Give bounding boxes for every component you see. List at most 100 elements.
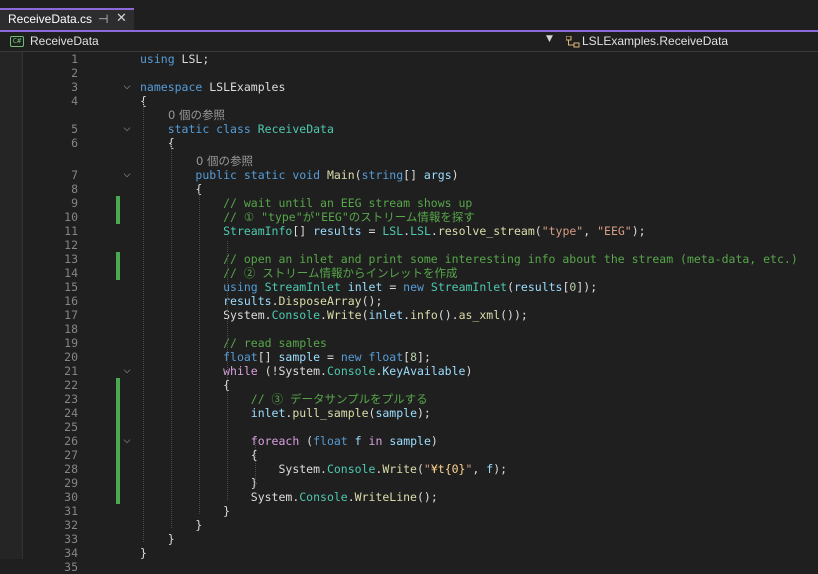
line-number: 31 [64,504,78,518]
code-token: LSL [410,224,431,238]
code-token: info [410,308,438,322]
line-number: 14 [64,266,78,280]
line-number: 18 [64,322,78,336]
change-marker [116,210,120,224]
code-token: } [140,532,175,546]
type-label: LSLExamples.ReceiveData [582,34,729,48]
fold-chevron-icon[interactable]: ⌵ [120,364,134,378]
codelens-references[interactable]: 0 個の参照 [196,154,253,168]
code-line[interactable]: 12 [0,238,818,252]
code-token: results [223,294,272,308]
code-line[interactable]: 25 [0,420,818,434]
code-line[interactable]: 23 // ③ データサンプルをプルする [0,392,818,406]
fold-chevron-icon[interactable]: ⌵ [120,122,134,136]
code-line[interactable]: 31 } [0,504,818,518]
code-text: float[] sample = new float[8]; [140,350,431,364]
code-line[interactable]: 17 System.Console.Write(inlet.info().as_… [0,308,818,322]
code-token: inlet [347,280,383,294]
chevron-down-icon[interactable]: ▼ [546,34,553,44]
code-line[interactable]: 7 ⌵ public static void Main(string[] args… [0,168,818,182]
project-label: ReceiveData [30,34,99,48]
line-number: 26 [64,434,78,448]
code-editor[interactable]: 1 using LSL; 2 3 ⌵ namespace LSLExamples 4{5 ⌵ … [0,52,818,574]
code-line[interactable]: 5 ⌵ static class ReceiveData [0,122,818,136]
code-line[interactable]: 24 inlet.pull_sample(sample); [0,406,818,420]
code-text: } [140,504,230,518]
code-line[interactable]: 11 StreamInfo[] results = LSL.LSL.resolv… [0,224,818,238]
code-token: System. [140,462,327,476]
code-token: (); [416,490,438,504]
code-line[interactable]: 30 System.Console.WriteLine(); [0,490,818,504]
code-line[interactable]: 3 ⌵ namespace LSLExamples [0,80,818,94]
code-line[interactable]: 19 // read samples [0,336,818,350]
fold-chevron-icon[interactable]: ⌵ [120,80,134,94]
csharp-project-icon: C# [10,36,24,47]
code-line[interactable]: 18 [0,322,818,336]
fold-chevron-icon[interactable]: ⌵ [120,168,134,182]
code-token: . [430,224,438,238]
code-text: foreach (float f in sample) [140,434,438,448]
code-text: } [140,546,147,560]
code-token: // ② ストリーム情報からインレットを作成 [223,266,458,280]
line-number: 16 [64,294,78,308]
line-number: 4 [71,94,78,108]
code-line[interactable]: 28 System.Console.Write("¥t{0}", f); [0,462,818,476]
code-line[interactable]: 34} [0,546,818,560]
code-token: LSLExamples [202,80,286,94]
code-text: // ③ データサンプルをプルする [140,392,428,406]
line-number: 25 [64,420,78,434]
change-marker [116,406,120,420]
tab-receivedata[interactable]: ReceiveData.cs ⊣ ✕ [0,8,134,30]
code-line[interactable]: 4{ [0,94,818,108]
code-line[interactable]: 13 // open an inlet and print some inter… [0,252,818,266]
navigation-bar: C# ReceiveData ▼ LSLExamples.ReceiveData [0,32,818,52]
code-line[interactable]: 2 [0,66,818,80]
code-line[interactable]: 15 using StreamInlet inlet = new StreamI… [0,280,818,294]
code-line[interactable]: 35 [0,560,818,574]
code-line[interactable]: 29 } [0,476,818,490]
code-token: . [271,294,279,308]
code-text: // ① "type"が"EEG"のストリーム情報を探す [140,210,475,224]
code-text: inlet.pull_sample(sample); [140,406,431,420]
code-token: . [347,490,355,504]
code-line[interactable]: 22 { [0,378,818,392]
code-token: ); [493,462,508,476]
code-line[interactable]: 16 results.DisposeArray(); [0,294,818,308]
code-text: System.Console.Write("¥t{0}", f); [140,462,507,476]
code-line[interactable]: 8 { [0,182,818,196]
codelens-references[interactable]: 0 個の参照 [168,108,225,122]
change-marker [116,378,120,392]
code-token: { [140,378,231,392]
code-token: inlet [368,308,404,322]
code-line[interactable]: 6 { [0,136,818,150]
code-line[interactable]: 32 } [0,518,818,532]
code-line[interactable]: 21 ⌵ while (!System.Console.KeyAvailable) [0,364,818,378]
code-token: = [382,280,404,294]
line-number: 7 [71,168,78,182]
code-line[interactable]: 33 } [0,532,818,546]
code-line[interactable]: 20 float[] sample = new float[8]; [0,350,818,364]
code-line[interactable]: 9 // wait until an EEG stream shows up [0,196,818,210]
code-token: ( [507,280,514,294]
indent-guide [143,101,144,542]
fold-chevron-icon[interactable]: ⌵ [120,434,134,448]
code-line[interactable]: 14 // ② ストリーム情報からインレットを作成 [0,266,818,280]
code-text: public static void Main(string[] args) [140,168,458,182]
code-token: new float [340,350,404,364]
code-line[interactable]: 26 ⌵ foreach (float f in sample) [0,434,818,448]
indent-guide [227,241,228,500]
code-text: StreamInfo[] results = LSL.LSL.resolve_s… [140,224,645,238]
line-number: 11 [64,224,78,238]
code-line[interactable]: 10 // ① "type"が"EEG"のストリーム情報を探す [0,210,818,224]
code-token: ); [417,406,431,420]
close-icon[interactable]: ✕ [116,11,127,26]
code-line[interactable]: 1 using LSL; [0,52,818,66]
line-number: 19 [64,336,78,350]
pin-icon[interactable]: ⊣ [98,12,108,26]
code-line[interactable]: 27 { [0,448,818,462]
